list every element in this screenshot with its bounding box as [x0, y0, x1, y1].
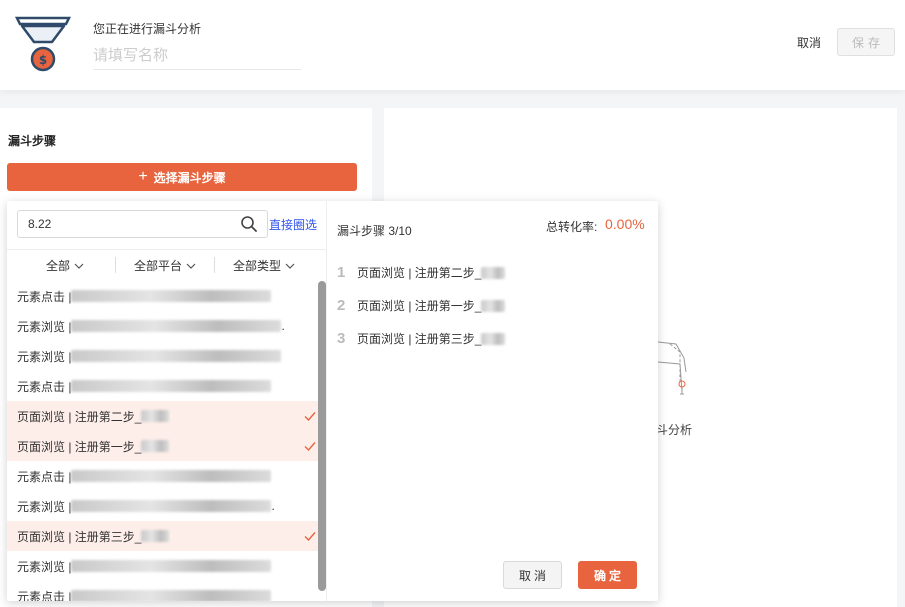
check-icon [304, 532, 316, 542]
filter-divider [214, 257, 215, 273]
step-label: 页面浏览 | 注册第二步_ [357, 266, 482, 280]
filter-type[interactable]: 全部类型 [233, 257, 295, 274]
redacted-text [71, 590, 272, 601]
header-save-button[interactable]: 保存 [837, 28, 895, 56]
plus-icon: + [138, 168, 148, 185]
list-item-label: 元素浏览 | [17, 499, 72, 514]
direct-select-link[interactable]: 直接圈选 [269, 216, 317, 233]
filter-bar: 全部 全部平台 全部类型 [7, 249, 327, 279]
filter-platform-label: 全部平台 [134, 259, 183, 273]
conversion-rate-label: 总转化率: [546, 220, 598, 234]
redacted-text [481, 299, 506, 312]
list-item[interactable]: 元素点击 | [7, 581, 319, 601]
chevron-down-icon [74, 263, 84, 269]
list-item[interactable]: 元素浏览 | . [7, 311, 319, 341]
list-item-label: 元素点击 | [17, 379, 72, 394]
steps-count: 漏斗步骤 3/10 [337, 224, 412, 238]
list-item[interactable]: 元素点击 | [7, 281, 319, 311]
list-scrollbar[interactable] [318, 281, 326, 591]
chevron-down-icon [285, 263, 295, 269]
header-cancel-button[interactable]: 取消 [797, 34, 821, 51]
list-item-label: 页面浏览 | 注册第二步_ [17, 409, 142, 424]
list-item-label: 元素浏览 | [17, 319, 72, 334]
funnel-step-picker: 直接圈选 全部 全部平台 全部类型 元素点击 | 元素浏览 [7, 201, 658, 601]
redacted-text [141, 530, 170, 542]
step-number: 1 [337, 264, 346, 281]
selected-steps-pane: 漏斗步骤 3/10 总转化率: 0.00% 1 页面浏览 | 注册第二步_ 2 … [327, 201, 658, 601]
picker-confirm-button[interactable]: 确定 [578, 561, 637, 589]
funnel-step[interactable]: 3 页面浏览 | 注册第三步_ [337, 330, 506, 347]
list-item[interactable]: 元素点击 | [7, 461, 319, 491]
event-search-input[interactable] [28, 211, 233, 237]
list-item-label: 元素浏览 | [17, 559, 72, 574]
funnel-name-input[interactable] [93, 42, 301, 70]
filter-type-label: 全部类型 [233, 259, 282, 273]
redacted-text [141, 440, 170, 452]
redacted-text [71, 500, 272, 512]
step-number: 3 [337, 330, 346, 347]
step-number: 2 [337, 297, 346, 314]
redacted-text [481, 266, 506, 279]
select-funnel-steps-button[interactable]: + 选择漏斗步骤 [7, 163, 357, 191]
filter-all[interactable]: 全部 [46, 257, 84, 274]
redacted-text [71, 560, 272, 572]
top-bar: $ 您正在进行漏斗分析 取消 保存 [0, 0, 905, 90]
redacted-text [71, 380, 272, 392]
event-search-box[interactable] [17, 210, 268, 238]
check-icon [304, 442, 316, 452]
redacted-text [71, 290, 272, 302]
step-label: 页面浏览 | 注册第一步_ [357, 299, 482, 313]
list-item-label: 元素点击 | [17, 589, 72, 602]
search-icon[interactable] [240, 215, 258, 233]
svg-text:$: $ [39, 53, 47, 67]
list-item-label: 页面浏览 | 注册第三步_ [17, 529, 142, 544]
funnel-logo-icon: $ [14, 16, 72, 72]
conversion-rate-value: 0.00% [605, 216, 645, 232]
picker-cancel-button[interactable]: 取消 [503, 561, 562, 589]
redacted-text [71, 350, 282, 362]
filter-divider [115, 257, 116, 273]
redacted-text [141, 410, 170, 422]
event-list-pane: 直接圈选 全部 全部平台 全部类型 元素点击 | 元素浏览 [7, 201, 327, 601]
check-icon [304, 412, 316, 422]
list-item[interactable]: 元素点击 | [7, 371, 319, 401]
list-item[interactable]: 元素浏览 | [7, 341, 319, 371]
list-item-suffix: . [271, 499, 275, 513]
select-funnel-steps-label: 选择漏斗步骤 [153, 170, 226, 185]
redacted-text [481, 332, 506, 345]
list-item[interactable]: 页面浏览 | 注册第二步_ [7, 401, 319, 431]
list-item-label: 元素点击 | [17, 289, 72, 304]
list-item[interactable]: 页面浏览 | 注册第一步_ [7, 431, 319, 461]
list-item-suffix: . [281, 319, 285, 333]
filter-all-label: 全部 [46, 259, 71, 273]
funnel-step[interactable]: 1 页面浏览 | 注册第二步_ [337, 264, 506, 281]
event-list: 元素点击 | 元素浏览 | . 元素浏览 | 元素点击 | 页面浏览 | 注册第… [7, 281, 319, 601]
steps-section-title: 漏斗步骤 [8, 134, 57, 148]
empty-state-text: 斗分析 [656, 423, 693, 437]
redacted-text [71, 470, 272, 482]
step-label: 页面浏览 | 注册第三步_ [357, 332, 482, 346]
chevron-down-icon [186, 263, 196, 269]
list-item[interactable]: 元素浏览 | [7, 551, 319, 581]
list-item[interactable]: 页面浏览 | 注册第三步_ [7, 521, 319, 551]
list-item-label: 页面浏览 | 注册第一步_ [17, 439, 142, 454]
list-item-label: 元素浏览 | [17, 349, 72, 364]
list-item[interactable]: 元素浏览 | . [7, 491, 319, 521]
list-item-label: 元素点击 | [17, 469, 72, 484]
page-subtitle: 您正在进行漏斗分析 [93, 22, 202, 36]
scrollbar-thumb[interactable] [318, 281, 326, 591]
redacted-text [71, 320, 282, 332]
funnel-step[interactable]: 2 页面浏览 | 注册第一步_ [337, 297, 506, 314]
filter-platform[interactable]: 全部平台 [134, 257, 196, 274]
